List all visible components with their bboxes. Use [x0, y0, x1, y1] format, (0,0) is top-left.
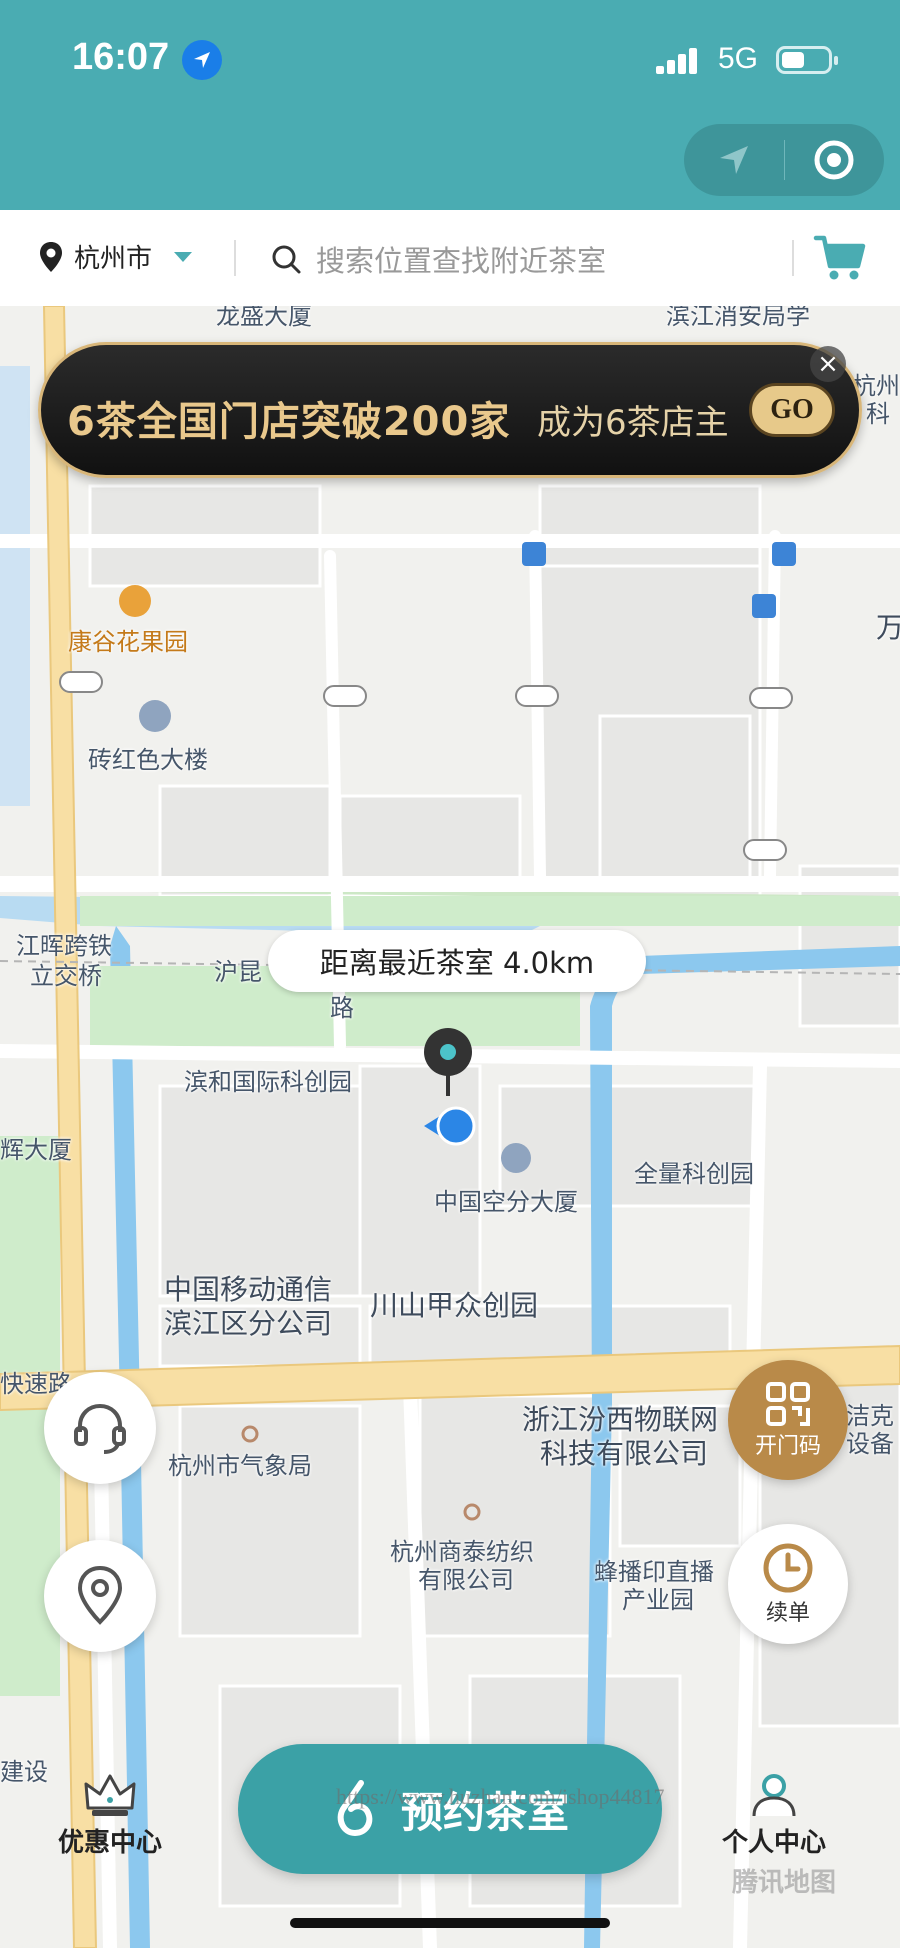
banner-subline: 成为6茶店主	[537, 403, 729, 443]
location-pin-icon	[77, 1565, 123, 1625]
close-miniprogram-button[interactable]	[785, 124, 885, 196]
city-name: 杭州市	[74, 244, 153, 274]
map-label: 建设	[0, 1758, 48, 1786]
map-label: 全量科创园	[634, 1160, 754, 1188]
map-base	[0, 306, 900, 1948]
locate-button[interactable]	[44, 1540, 156, 1652]
map-label: 杭州市气象局	[168, 1452, 312, 1480]
map-label: 沪昆	[214, 958, 262, 986]
map-label: 万	[876, 611, 900, 644]
status-time: 16:07	[72, 36, 170, 78]
search-input[interactable]: 搜索位置查找附近茶室	[270, 238, 606, 280]
map-view[interactable]: 龙盛大厦 滨江消安局学 杭州 科 康谷花果园 万 砖红色大楼 江晖跨铁 立交桥 …	[0, 306, 900, 1948]
divider	[792, 240, 794, 276]
map-label: 滨和国际科创园	[184, 1068, 352, 1096]
map-attribution: 腾讯地图	[732, 1868, 837, 1898]
map-label: 科	[866, 400, 890, 428]
map-pin-icon	[40, 241, 62, 272]
battery-icon	[776, 46, 838, 74]
cart-button[interactable]	[812, 230, 868, 290]
map-label: 科技有限公司	[540, 1437, 709, 1470]
customer-service-button[interactable]	[44, 1372, 156, 1484]
banner-headline: 6茶全国门店突破200家	[67, 399, 511, 445]
watermark-text: https://www.huzhan.com/ishop44817	[336, 1784, 665, 1809]
map-label: 砖红色大楼	[88, 746, 208, 774]
city-selector[interactable]: 杭州市	[38, 238, 193, 275]
search-icon	[272, 245, 301, 274]
open-door-code-button[interactable]: 开门码	[728, 1360, 848, 1480]
map-label: 康谷花果园	[68, 628, 188, 656]
miniprogram-capsule	[684, 124, 884, 196]
map-label: 路	[330, 994, 354, 1022]
target-circle-icon	[814, 140, 854, 180]
network-type: 5G	[718, 42, 759, 75]
renew-order-button[interactable]: 续单	[728, 1524, 848, 1644]
map-label: 川山甲众创园	[370, 1289, 539, 1322]
renew-label: 续单	[765, 1601, 810, 1626]
navigate-button[interactable]	[684, 124, 784, 196]
signal-icon	[656, 48, 700, 80]
distance-bubble: 距离最近茶室 4.0km	[268, 930, 646, 992]
divider	[234, 240, 236, 276]
nav-left-label: 优惠中心	[58, 1828, 163, 1858]
map-label: 立交桥	[30, 962, 102, 990]
map-label: 滨江区分公司	[164, 1307, 333, 1340]
map-label: 滨江消安局学	[666, 306, 810, 330]
chevron-down-icon	[174, 251, 193, 262]
clock-icon	[763, 1543, 813, 1593]
map-label: 辉大厦	[0, 1136, 72, 1164]
close-icon[interactable]: ×	[810, 346, 846, 382]
nav-right-label: 个人中心	[722, 1828, 827, 1858]
nav-personal-center[interactable]: 个人中心	[722, 1772, 826, 1859]
home-indicator	[290, 1918, 610, 1928]
map-label: 设备	[846, 1430, 894, 1458]
map-label: 产业园	[622, 1586, 694, 1614]
map-label: 中国空分大厦	[434, 1188, 578, 1216]
headset-icon	[74, 1403, 126, 1454]
cart-icon	[813, 235, 866, 280]
search-bar: 杭州市 搜索位置查找附近茶室	[0, 210, 900, 306]
top-header: 16:07 5G	[0, 0, 900, 210]
qr-code-icon	[766, 1382, 810, 1426]
navigation-icon	[719, 146, 748, 174]
search-placeholder: 搜索位置查找附近茶室	[316, 244, 607, 278]
open-door-label: 开门码	[754, 1434, 821, 1459]
crown-icon	[84, 1774, 136, 1816]
user-icon	[752, 1774, 796, 1817]
map-label: 有限公司	[418, 1566, 514, 1594]
banner-go-button[interactable]: GO	[749, 383, 835, 437]
nav-discount-center[interactable]: 优惠中心	[58, 1772, 162, 1859]
map-label: 龙盛大厦	[216, 306, 312, 330]
location-arrow-icon	[182, 40, 222, 80]
promo-banner[interactable]: 6茶全国门店突破200家 成为6茶店主 GO	[38, 342, 862, 478]
